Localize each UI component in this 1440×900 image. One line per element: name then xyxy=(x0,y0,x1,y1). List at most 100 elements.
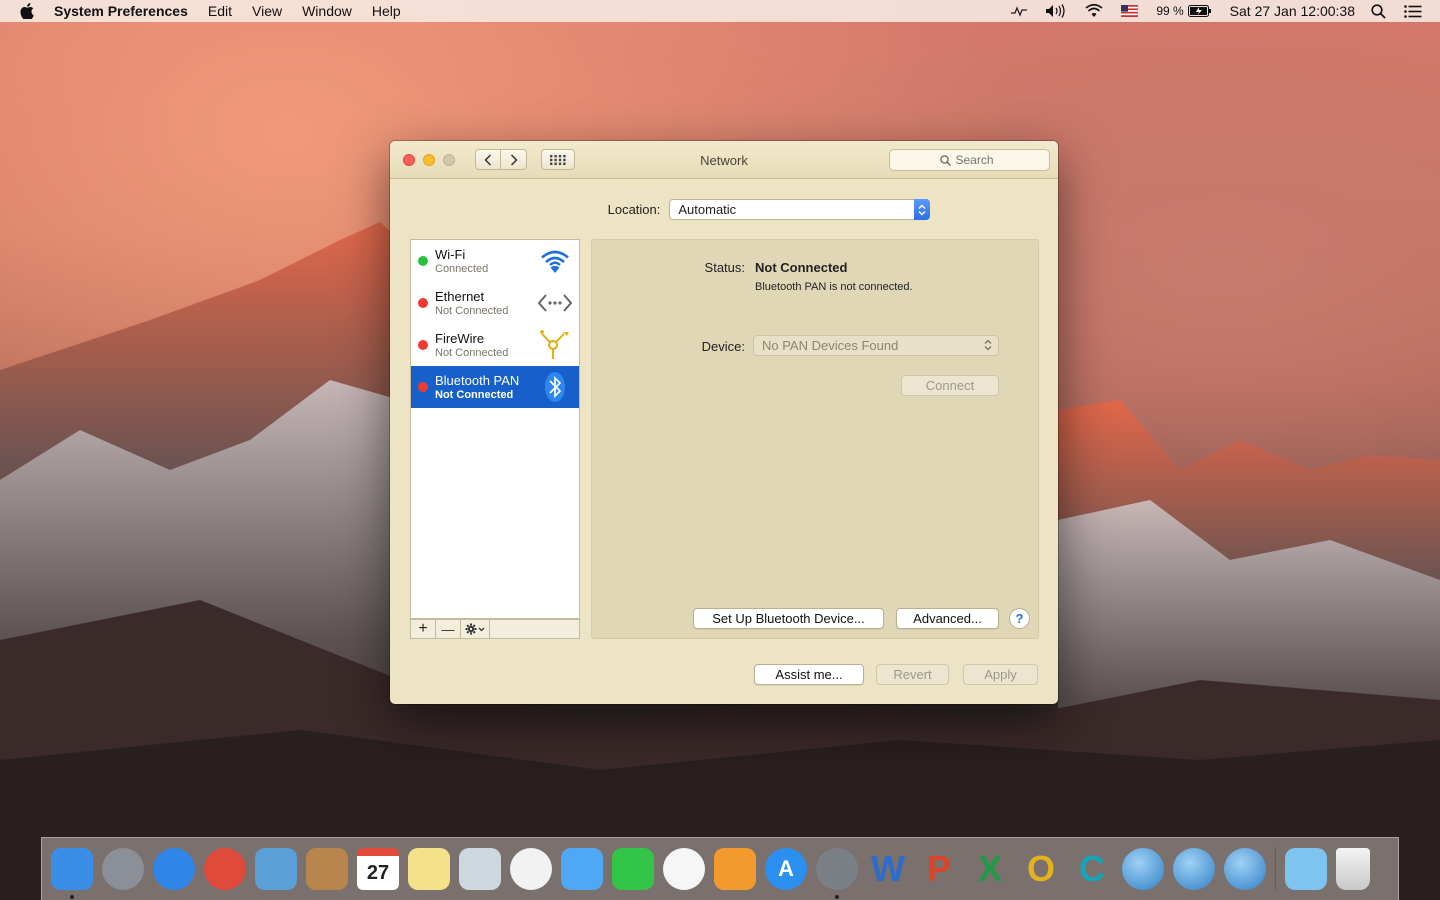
menu-edit[interactable]: Edit xyxy=(208,3,232,19)
revert-button[interactable]: Revert xyxy=(876,664,949,685)
connect-button[interactable]: Connect xyxy=(901,375,999,396)
minimize-button[interactable] xyxy=(423,153,435,166)
status-dot-connected xyxy=(418,256,428,266)
status-dot-disconnected xyxy=(418,298,428,308)
title-bar[interactable]: Network xyxy=(390,141,1058,179)
apply-button[interactable]: Apply xyxy=(963,664,1038,685)
contacts-icon[interactable] xyxy=(306,848,348,890)
service-list-toolbar: + — xyxy=(410,619,580,639)
menu-clock[interactable]: Sat 27 Jan 12:00:38 xyxy=(1230,3,1355,19)
service-item-wifi[interactable]: Wi-Fi Connected xyxy=(411,240,579,282)
location-select[interactable]: Automatic xyxy=(669,199,931,220)
remote-desktop-icon[interactable] xyxy=(1224,848,1266,890)
chrome-icon[interactable] xyxy=(204,848,246,890)
service-item-bluetooth-pan[interactable]: Bluetooth PAN Not Connected xyxy=(411,366,579,408)
detail-panel: Status: Not Connected Bluetooth PAN is n… xyxy=(591,239,1039,639)
menu-app-name[interactable]: System Preferences xyxy=(54,3,188,19)
back-button[interactable] xyxy=(475,149,501,170)
system-preferences-icon[interactable] xyxy=(816,848,858,899)
running-indicator xyxy=(835,895,839,899)
network-window: Network Location: Automatic Wi-Fi Connec… xyxy=(390,141,1058,704)
chevron-right-icon xyxy=(510,153,518,166)
grid-icon xyxy=(550,154,566,165)
volume-icon[interactable] xyxy=(1045,4,1067,18)
status-dot-disconnected xyxy=(418,340,428,350)
menu-view[interactable]: View xyxy=(252,3,282,19)
service-status: Not Connected xyxy=(435,388,514,401)
menu-help[interactable]: Help xyxy=(372,3,401,19)
messenger-icon[interactable] xyxy=(1122,848,1164,890)
safari-icon[interactable] xyxy=(153,848,195,890)
ibooks-icon[interactable] xyxy=(714,848,756,890)
dock-item-glyph: P xyxy=(926,848,951,889)
running-indicator xyxy=(70,895,74,899)
outlook-icon[interactable]: O xyxy=(1020,848,1062,890)
firewire-icon xyxy=(537,327,573,363)
search-icon xyxy=(939,154,951,166)
calendar-icon[interactable]: 27 xyxy=(357,848,399,890)
activity-icon[interactable] xyxy=(1011,5,1028,17)
itunes-icon[interactable] xyxy=(663,848,705,890)
finder-icon[interactable] xyxy=(51,848,93,899)
dock-separator xyxy=(1275,847,1276,891)
spotlight-icon[interactable] xyxy=(1371,3,1386,19)
select-stepper-icon xyxy=(914,199,931,220)
device-label: Device: xyxy=(701,339,745,354)
service-item-firewire[interactable]: FireWire Not Connected xyxy=(411,324,579,366)
word-icon[interactable]: W xyxy=(867,848,909,890)
service-name: Bluetooth PAN xyxy=(435,372,520,388)
dock-item-glyph: O xyxy=(1026,848,1055,889)
notes-icon[interactable] xyxy=(408,848,450,890)
apple-menu-icon[interactable] xyxy=(20,3,38,19)
battery-icon xyxy=(1187,5,1211,17)
battery-status[interactable]: 99 % xyxy=(1156,4,1211,18)
close-button[interactable] xyxy=(403,153,415,166)
notification-center-icon[interactable] xyxy=(1404,4,1422,18)
excel-icon[interactable]: X xyxy=(969,848,1011,890)
preview-icon[interactable] xyxy=(459,848,501,890)
trash-icon[interactable] xyxy=(1336,848,1370,890)
status-value: Not Connected xyxy=(755,260,848,275)
advanced-button[interactable]: Advanced... xyxy=(896,608,999,629)
downloads-folder-icon[interactable] xyxy=(1285,848,1327,890)
location-value: Automatic xyxy=(678,202,737,217)
photos-icon[interactable] xyxy=(510,848,552,890)
location-label: Location: xyxy=(607,202,661,217)
dock-item-glyph: A xyxy=(778,856,794,881)
launchpad-icon[interactable] xyxy=(102,848,144,890)
zoom-button[interactable] xyxy=(443,153,455,166)
remove-service-button[interactable]: — xyxy=(436,620,461,638)
dock-item-glyph: C xyxy=(1079,848,1105,889)
action-menu-button[interactable] xyxy=(461,620,490,638)
service-name: FireWire xyxy=(435,330,485,346)
powerpoint-icon[interactable]: P xyxy=(918,848,960,890)
menu-window[interactable]: Window xyxy=(302,3,352,19)
dock-item-glyph: X xyxy=(977,848,1002,889)
forward-button[interactable] xyxy=(501,149,527,170)
teams-icon[interactable]: C xyxy=(1071,848,1113,890)
search-input[interactable] xyxy=(955,153,1000,167)
input-flag-icon[interactable] xyxy=(1121,5,1139,17)
dock-item-glyph: W xyxy=(871,848,905,889)
mail-icon[interactable] xyxy=(255,848,297,890)
messages-icon[interactable] xyxy=(561,848,603,890)
service-list[interactable]: Wi-Fi Connected Ethernet Not Connected F… xyxy=(410,239,580,619)
setup-bluetooth-device-button[interactable]: Set Up Bluetooth Device... xyxy=(693,608,884,629)
ethernet-icon xyxy=(537,285,573,321)
help-button[interactable]: ? xyxy=(1009,608,1030,629)
service-status: Not Connected xyxy=(435,346,509,359)
facetime-icon[interactable] xyxy=(612,848,654,890)
device-value: No PAN Devices Found xyxy=(762,338,899,353)
service-item-ethernet[interactable]: Ethernet Not Connected xyxy=(411,282,579,324)
search-field[interactable] xyxy=(889,149,1050,171)
wifi-status-icon[interactable] xyxy=(1085,4,1103,18)
show-all-button[interactable] xyxy=(541,149,575,170)
select-stepper-icon xyxy=(984,339,992,351)
device-select[interactable]: No PAN Devices Found xyxy=(753,335,999,356)
service-status: Not Connected xyxy=(435,304,509,317)
network-globe-icon[interactable] xyxy=(1173,848,1215,890)
wifi-icon xyxy=(537,243,573,279)
add-service-button[interactable]: + xyxy=(411,620,436,638)
assist-me-button[interactable]: Assist me... xyxy=(754,664,864,685)
appstore-icon[interactable]: A xyxy=(765,848,807,890)
